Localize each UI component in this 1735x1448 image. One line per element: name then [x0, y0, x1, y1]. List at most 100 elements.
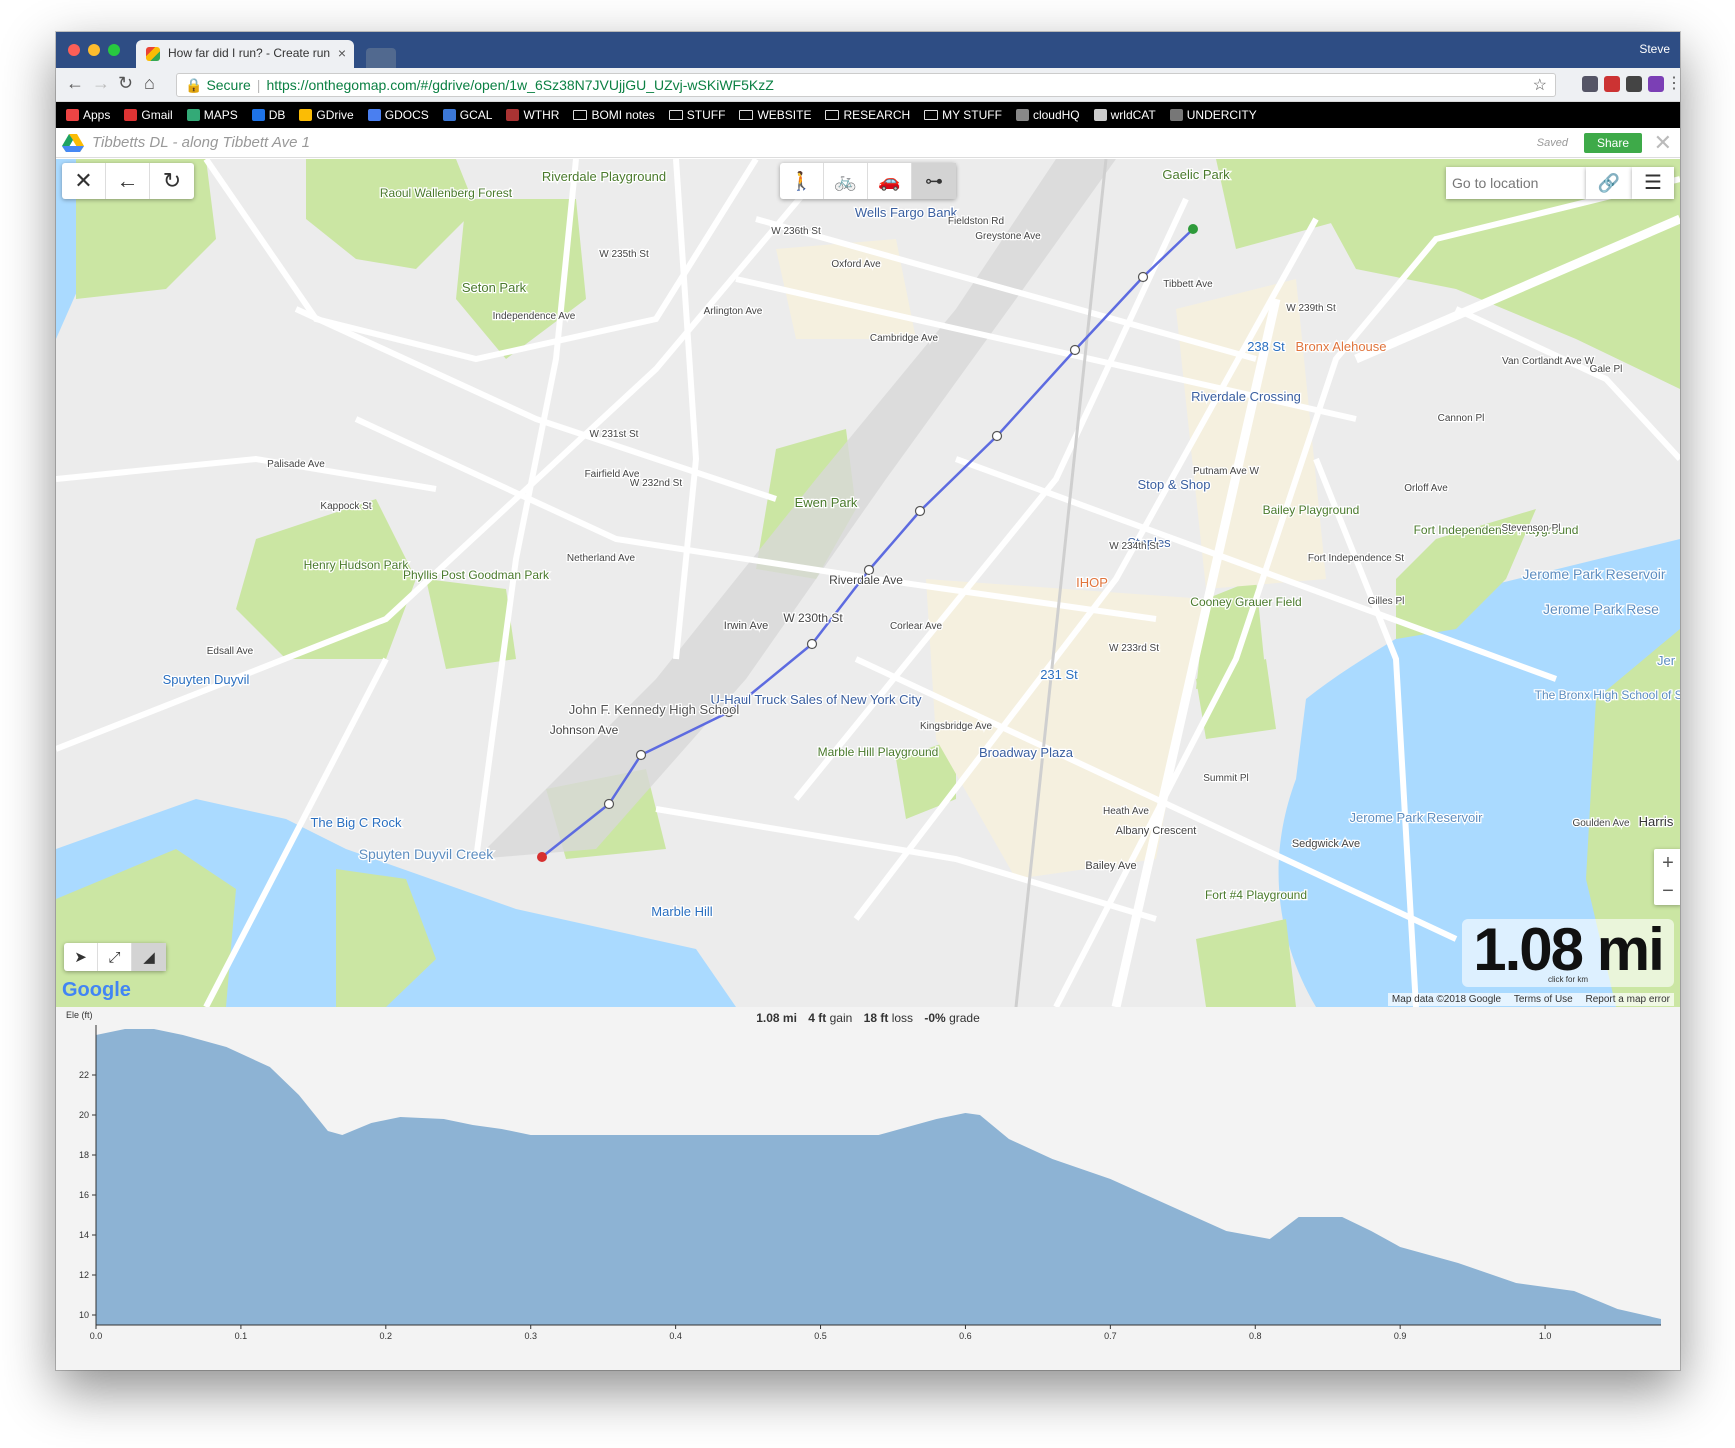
- bookmark-wthr[interactable]: WTHR: [506, 108, 559, 122]
- map-label: IHOP: [1076, 575, 1108, 590]
- home-icon[interactable]: ⌂: [144, 73, 155, 94]
- bookmark-label: WTHR: [523, 108, 560, 122]
- waypoint-marker[interactable]: [635, 749, 647, 761]
- map-label: Wells Fargo Bank: [855, 205, 958, 220]
- map-label: Riverdale Playground: [542, 169, 666, 184]
- extension-icon[interactable]: [1648, 76, 1664, 92]
- bookmark-star-icon[interactable]: ☆: [1533, 75, 1547, 95]
- walk-icon[interactable]: 🚶: [780, 163, 824, 199]
- bookmark-website[interactable]: WEBSITE: [739, 108, 811, 122]
- map-label: Jer: [1657, 653, 1676, 668]
- start-marker[interactable]: [1188, 224, 1198, 234]
- undo-icon[interactable]: ←: [106, 163, 150, 199]
- bookmarks-bar: Apps Gmail MAPS DB GDrive GDOCS GCAL WTHR BOMI n…: [56, 102, 1680, 128]
- go-to-location-input[interactable]: Go to location: [1446, 167, 1586, 199]
- x-tick-label: 0.2: [380, 1331, 393, 1341]
- zoom-in-button[interactable]: +: [1654, 849, 1680, 877]
- browser-menu-icon[interactable]: ⋮: [1666, 73, 1680, 93]
- menu-icon[interactable]: ☰: [1632, 167, 1674, 199]
- straight-line-icon[interactable]: ⊶: [912, 163, 956, 199]
- map-label: Broadway Plaza: [979, 745, 1074, 760]
- bookmark-maps[interactable]: MAPS: [186, 108, 238, 122]
- bookmark-wrldcat[interactable]: wrldCAT: [1093, 108, 1156, 122]
- map-label: Fairfield Ave: [585, 469, 640, 480]
- bike-icon[interactable]: 🚲: [824, 163, 868, 199]
- map-label: Phyllis Post Goodman Park: [403, 568, 550, 582]
- zoom-control: + −: [1654, 849, 1680, 905]
- extension-icon[interactable]: [1582, 76, 1598, 92]
- reload-icon[interactable]: ↻: [118, 73, 133, 94]
- bookmark-bomi-notes[interactable]: BOMI notes: [573, 108, 655, 122]
- waypoint-marker[interactable]: [1069, 344, 1081, 356]
- folder-icon: [573, 110, 588, 120]
- map-label: Cannon Pl: [1438, 413, 1485, 424]
- map-label: Jerome Park Rese: [1543, 601, 1659, 617]
- bookmark-cloudhq[interactable]: cloudHQ: [1015, 108, 1080, 122]
- tab-close-icon[interactable]: ×: [338, 45, 346, 61]
- bookmark-favicon-icon: [66, 109, 79, 121]
- bookmark-gdrive[interactable]: GDrive: [299, 108, 354, 122]
- distance-display[interactable]: 1.08 mi click for km: [1462, 919, 1674, 987]
- tab-title: How far did I run? - Create run: [168, 46, 331, 60]
- maximize-window-button[interactable]: [108, 44, 120, 56]
- bookmark-gcal[interactable]: GCAL: [442, 108, 492, 122]
- x-tick-label: 0.6: [959, 1331, 972, 1341]
- share-button[interactable]: Share: [1584, 133, 1642, 153]
- reverse-icon[interactable]: ↻: [150, 163, 194, 199]
- elevation-panel[interactable]: Ele (ft) 1.08 mi 4 ft gain 18 ft loss -0…: [56, 1007, 1680, 1370]
- waypoint-marker[interactable]: [1137, 271, 1149, 283]
- document-title[interactable]: Tibbetts DL - along Tibbett Ave 1: [92, 134, 310, 151]
- bookmark-label: cloudHQ: [1032, 108, 1080, 122]
- map-label: Fort #4 Playground: [1205, 888, 1307, 902]
- waypoint-marker[interactable]: [806, 638, 818, 650]
- new-tab-button[interactable]: [366, 48, 396, 68]
- end-marker[interactable]: [537, 852, 547, 862]
- map-label: Marble Hill: [651, 904, 713, 919]
- zoom-out-button[interactable]: −: [1654, 877, 1680, 905]
- map-tiles[interactable]: Riverdale Playground Raoul Wallenberg For…: [56, 159, 1680, 1007]
- bookmark-stuff[interactable]: STUFF: [668, 108, 725, 122]
- close-window-button[interactable]: [68, 44, 80, 56]
- x-tick-label: 0.8: [1249, 1331, 1262, 1341]
- link-icon[interactable]: 🔗: [1586, 167, 1632, 199]
- extension-icon[interactable]: [1604, 76, 1620, 92]
- locate-icon[interactable]: ➤: [64, 943, 98, 971]
- bookmark-undercity[interactable]: UNDERCITY: [1169, 108, 1257, 122]
- map-label: The Big C Rock: [310, 815, 402, 830]
- terms-of-use-link[interactable]: Terms of Use: [1514, 994, 1573, 1005]
- elevation-area[interactable]: [96, 1029, 1661, 1325]
- browser-tab[interactable]: How far did I run? - Create run ×: [136, 40, 354, 68]
- minimize-window-button[interactable]: [88, 44, 100, 56]
- dropbox-extension-icon[interactable]: [1626, 76, 1642, 92]
- url-text: https://onthegomap.com/#/gdrive/open/1w_…: [266, 77, 774, 93]
- edit-controls: ✕ ← ↻: [62, 163, 194, 199]
- map-label: Fieldston Rd: [948, 216, 1004, 227]
- car-icon[interactable]: 🚗: [868, 163, 912, 199]
- bookmark-gdocs[interactable]: GDOCS: [367, 108, 429, 122]
- close-icon[interactable]: ✕: [62, 163, 106, 199]
- map-label: Kingsbridge Ave: [920, 721, 993, 732]
- map-label: Bailey Ave: [1085, 860, 1136, 872]
- profile-name[interactable]: Steve: [1639, 42, 1670, 56]
- elevation-toggle-icon[interactable]: ◢: [132, 943, 166, 971]
- map-label: Corlear Ave: [890, 621, 943, 632]
- waypoint-marker[interactable]: [991, 430, 1003, 442]
- bookmark-label: MAPS: [203, 108, 238, 122]
- elevation-chart[interactable]: 10 12 14 16 18 20 22 0.0 0.1 0.2 0.3 0.4 0.5 0.6 0.7 0.…: [56, 1007, 1680, 1370]
- bookmark-gmail[interactable]: Gmail: [124, 108, 173, 122]
- map-canvas[interactable]: Riverdale Playground Raoul Wallenberg For…: [56, 159, 1680, 1007]
- bookmark-research[interactable]: RESEARCH: [825, 108, 910, 122]
- fullscreen-icon[interactable]: ⤢: [98, 943, 132, 971]
- back-icon[interactable]: ←: [66, 73, 84, 94]
- bookmark-favicon-icon: [367, 109, 381, 121]
- bookmark-my-stuff[interactable]: MY STUFF: [924, 108, 1002, 122]
- forward-icon[interactable]: →: [92, 73, 110, 94]
- close-document-icon[interactable]: ✕: [1654, 130, 1672, 156]
- waypoint-marker[interactable]: [603, 798, 615, 810]
- commercial-area: [776, 239, 916, 339]
- address-bar[interactable]: 🔒 Secure | https://onthegomap.com/#/gdrive/…: [176, 73, 1556, 97]
- bookmark-apps[interactable]: Apps: [66, 108, 110, 122]
- bookmark-db[interactable]: DB: [251, 108, 285, 122]
- waypoint-marker[interactable]: [914, 505, 926, 517]
- report-map-error-link[interactable]: Report a map error: [1586, 994, 1670, 1005]
